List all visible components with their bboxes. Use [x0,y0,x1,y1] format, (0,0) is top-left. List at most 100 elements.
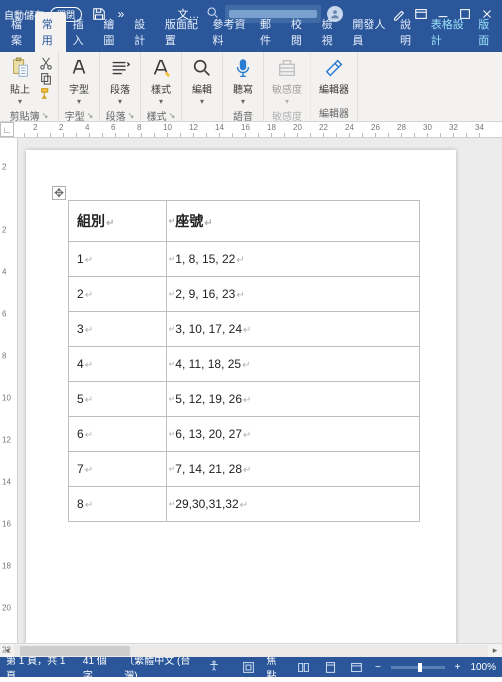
tab-繪圖[interactable]: 繪圖 [96,12,127,52]
table-header-seat: 座號↵ [167,201,420,242]
chevron-down-icon: ▾ [200,97,204,106]
group-voice: 聽寫 ▾ 語音 [223,52,264,121]
tab-郵件[interactable]: 郵件 [253,12,284,52]
table-row[interactable]: 7↵↵7, 14, 21, 28↵ [69,452,420,487]
paragraph-button[interactable]: 段落 ▾ [104,54,136,108]
zoom-out-button[interactable]: − [375,662,381,673]
copy-icon[interactable] [38,71,54,85]
font-button[interactable]: 字型 ▾ [63,54,95,108]
paste-label: 貼上 [10,81,30,96]
group-font: 字型 ▾ 字型↘ [59,52,100,121]
status-wordcount[interactable]: 41 個字 [83,652,114,682]
ribbon: 貼上 ▾ 剪貼簿↘ 字型 ▾ 字型↘ 段落 ▾ [0,52,502,122]
chevron-down-icon: ▾ [241,97,245,106]
scroll-right-icon[interactable]: ▸ [488,645,502,657]
chevron-down-icon: ▾ [18,97,22,106]
group-editing: 編輯 ▾ [182,52,223,121]
read-mode-button[interactable] [295,659,312,675]
tab-插入[interactable]: 插入 [66,12,97,52]
font-icon [67,56,91,80]
chevron-down-icon: ▾ [77,97,81,106]
tab-常用[interactable]: 常用 [35,12,66,52]
print-layout-button[interactable] [322,659,339,675]
group-sensitivity: 敏感度 ▾ 敏感度 [264,52,311,121]
editing-label: 編輯 [192,81,212,96]
vertical-ruler[interactable]: 2246810121416182022 [0,138,18,643]
table-row[interactable]: 6↵↵6, 13, 20, 27↵ [69,417,420,452]
zoom-in-button[interactable]: + [455,662,461,673]
chevron-down-icon: ▾ [118,97,122,106]
table-row[interactable]: 5↵↵5, 12, 19, 26↵ [69,382,420,417]
paste-icon [8,56,32,80]
paragraph-icon [108,56,132,80]
editor-button[interactable]: 編輯器 [315,54,353,98]
microphone-icon [231,56,255,80]
editor-label: 編輯器 [319,81,349,96]
web-layout-button[interactable] [348,659,365,675]
tab-檔案[interactable]: 檔案 [4,12,35,52]
table-row[interactable]: 4↵↵4, 11, 18, 25↵ [69,347,420,382]
sensitivity-label: 敏感度 [272,81,302,96]
styles-button[interactable]: 樣式 ▾ [145,54,177,108]
zoom-slider[interactable] [391,666,445,669]
font-label: 字型 [69,81,89,96]
focus-mode-button[interactable] [240,659,257,675]
group-voice-label: 語音 [233,108,253,123]
group-editor: 編輯器 編輯器 [311,52,358,121]
group-styles: 樣式 ▾ 樣式↘ [141,52,182,121]
status-focus[interactable]: 焦點 [267,652,286,682]
dictate-label: 聽寫 [233,81,253,96]
tab-校閱[interactable]: 校閱 [284,12,315,52]
work-area: 2246810121416182022 ✥ 組別↵↵ 座號↵ 1↵↵1, 8, … [0,138,502,643]
ribbon-tabs: 檔案常用插入繪圖設計版面配置參考資料郵件校閱檢視開發人員說明表格設計版面 [0,28,502,52]
table-row[interactable]: 8↵↵29,30,31,32↵ [69,487,420,522]
document-canvas[interactable]: ✥ 組別↵↵ 座號↵ 1↵↵1, 8, 15, 22↵2↵↵2, 9, 16, … [18,138,502,643]
table-row[interactable]: 1↵↵1, 8, 15, 22↵ [69,242,420,277]
status-bar: 第 1 頁，共 1 頁 41 個字 〔繁體中文 (台灣) 焦點 − + 100% [0,657,502,677]
tab-參考資料[interactable]: 參考資料 [205,12,253,52]
tab-selector[interactable]: ∟ [0,122,14,137]
editing-button[interactable]: 編輯 ▾ [186,54,218,108]
group-sensitivity-label: 敏感度 [272,108,302,123]
chevron-down-icon: ▾ [285,97,289,106]
group-styles-label: 樣式 [147,108,167,123]
accessibility-icon[interactable] [208,660,220,675]
tab-說明[interactable]: 說明 [393,12,424,52]
page: ✥ 組別↵↵ 座號↵ 1↵↵1, 8, 15, 22↵2↵↵2, 9, 16, … [26,150,456,643]
format-painter-icon[interactable] [38,86,54,100]
tab-檢視[interactable]: 檢視 [315,12,346,52]
group-font-label: 字型 [65,108,85,123]
chevron-down-icon: ▾ [159,97,163,106]
group-editor-label: 編輯器 [319,105,349,120]
horizontal-scrollbar[interactable]: ◂ ▸ [0,643,502,657]
tab-版面配置[interactable]: 版面配置 [158,12,206,52]
search-icon [190,56,214,80]
zoom-level[interactable]: 100% [470,662,496,673]
sensitivity-button: 敏感度 ▾ [268,54,306,108]
styles-label: 樣式 [151,81,171,96]
cut-icon[interactable] [38,56,54,70]
table-move-handle[interactable]: ✥ [52,186,66,200]
tab-開發人員[interactable]: 開發人員 [345,12,393,52]
tab-表格設計[interactable]: 表格設計 [424,12,472,52]
horizontal-ruler[interactable]: ∟ 2246810121416182022242628303234 [0,122,502,138]
tab-版面[interactable]: 版面 [471,12,502,52]
group-paragraph-label: 段落 [106,108,126,123]
sensitivity-icon [275,56,299,80]
paragraph-label: 段落 [110,81,130,96]
status-language[interactable]: 〔繁體中文 (台灣) [124,652,198,682]
table-row[interactable]: 3↵↵3, 10, 17, 24↵ [69,312,420,347]
editor-icon [322,56,346,80]
group-paragraph: 段落 ▾ 段落↘ [100,52,141,121]
status-page[interactable]: 第 1 頁，共 1 頁 [6,652,73,682]
table-row[interactable]: 2↵↵2, 9, 16, 23↵ [69,277,420,312]
doc-table[interactable]: 組別↵↵ 座號↵ 1↵↵1, 8, 15, 22↵2↵↵2, 9, 16, 23… [68,200,420,522]
paste-button[interactable]: 貼上 ▾ [4,54,36,108]
scroll-thumb[interactable] [20,646,130,656]
dictate-button[interactable]: 聽寫 ▾ [227,54,259,108]
group-clipboard-label: 剪貼簿 [10,108,40,123]
table-header-group: 組別↵↵ [69,201,167,242]
group-clipboard: 貼上 ▾ 剪貼簿↘ [0,52,59,121]
styles-icon [149,56,173,80]
tab-設計[interactable]: 設計 [127,12,158,52]
